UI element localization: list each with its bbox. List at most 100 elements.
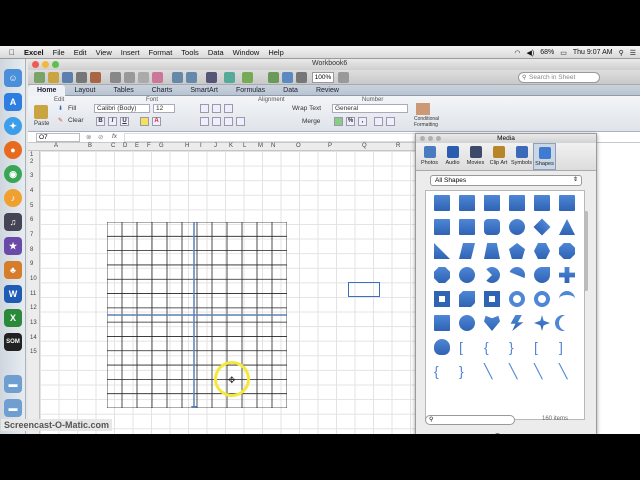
fill-color-icon[interactable] [140,117,149,126]
garageband-icon[interactable]: ♫ [4,213,22,231]
shape-rect-icon[interactable] [484,195,500,211]
tab-layout[interactable]: Layout [65,87,104,94]
shape-cube-icon[interactable] [459,291,475,307]
shape-rect-icon[interactable] [459,219,475,235]
italic-button[interactable]: I [108,117,117,126]
col-header-m[interactable]: M [258,143,263,149]
media-tab-movies[interactable]: Movies [464,143,487,170]
align-center-icon[interactable] [212,117,221,126]
col-header-p[interactable]: P [328,143,332,149]
tab-tables[interactable]: Tables [104,87,142,94]
shape-circle-icon[interactable] [459,267,475,283]
shape-brace2-icon[interactable]: } [509,339,525,355]
comma-icon[interactable]: , [358,117,367,126]
shape-arc-icon[interactable] [559,291,575,307]
shape-teardrop-icon[interactable] [534,267,550,283]
shape-rect-icon[interactable] [434,219,450,235]
import-icon[interactable] [90,72,101,83]
tab-smartart[interactable]: SmartArt [181,87,227,94]
search-sheet-input[interactable]: ⚲ Search in Sheet [518,72,600,83]
shape-bracketL-icon[interactable]: [ [459,339,475,355]
menu-format[interactable]: Format [149,48,173,57]
row-header-10[interactable]: 10 [30,276,37,282]
row-header-2[interactable]: 2 [30,159,33,165]
wifi-icon[interactable]: ◠ [514,49,520,57]
col-header-c[interactable]: C [111,143,115,149]
align-left-icon[interactable] [200,117,209,126]
shape-smile-icon[interactable] [459,315,475,331]
apple-menu-icon[interactable]:  [6,48,18,57]
col-header-e[interactable]: E [135,143,139,149]
finder-icon[interactable]: ☺ [4,69,22,87]
row-header-15[interactable]: 15 [30,349,37,355]
shapes-scrollbar[interactable] [584,211,588,291]
media-tab-symbols[interactable]: Symbols [510,143,533,170]
redo-icon[interactable] [186,72,197,83]
row-header-3[interactable]: 3 [30,173,33,179]
minimize-icon[interactable] [42,61,49,68]
screencast-icon[interactable]: SOM [4,333,22,351]
shape-rect-icon[interactable] [459,195,475,211]
col-header-i[interactable]: I [200,143,202,149]
gallery-icon[interactable] [268,72,279,83]
clear-button[interactable]: Clear [68,117,84,124]
shape-triangle-icon[interactable] [559,219,575,235]
media-tab-clip-art[interactable]: Clip Art [487,143,510,170]
shape-rect-icon[interactable] [509,195,525,211]
col-header-q[interactable]: Q [362,143,367,149]
shape-chord-icon[interactable] [509,267,525,279]
col-header-a[interactable]: A [54,143,58,149]
percent-icon[interactable]: % [346,117,355,126]
save-icon[interactable] [62,72,73,83]
print-icon[interactable] [76,72,87,83]
shape-heart-icon[interactable] [484,315,500,331]
currency-icon[interactable] [334,117,343,126]
bold-button[interactable]: B [96,117,105,126]
col-header-n[interactable]: N [271,143,275,149]
col-header-f[interactable]: F [147,143,151,149]
chrome-icon[interactable]: ◉ [4,165,22,183]
maximize-icon[interactable] [52,61,59,68]
shape-brace-icon[interactable]: { [484,339,500,355]
font-color-icon[interactable]: A [152,117,161,126]
shape-sun-icon[interactable] [534,315,550,331]
shape-oct-icon[interactable] [559,243,575,259]
row-header-4[interactable]: 4 [30,188,33,194]
coordinate-plane[interactable] [107,222,287,408]
col-header-d[interactable]: D [123,143,127,149]
undo-icon[interactable] [172,72,183,83]
battery-level[interactable]: 68% [540,49,554,56]
tab-review[interactable]: Review [307,87,348,94]
selected-cell[interactable] [348,282,380,297]
paste-icon[interactable] [138,72,149,83]
shape-cloud-icon[interactable] [434,339,450,355]
fill-button[interactable]: Fill [68,105,76,112]
name-box[interactable]: O7 [36,133,80,142]
close-icon[interactable] [32,61,39,68]
shape-rect-icon[interactable] [534,195,550,211]
paste-button[interactable] [34,105,48,119]
row-header-7[interactable]: 7 [30,232,33,238]
increase-decimal-icon[interactable] [374,117,383,126]
shape-brace-icon[interactable]: { [434,363,450,379]
media-tab-photos[interactable]: Photos [418,143,441,170]
shape-plus-icon[interactable] [559,267,575,283]
merge-button[interactable]: Merge [302,118,320,125]
media-tab-shapes[interactable]: Shapes [533,143,556,170]
row-header-1[interactable]: 1 [30,152,33,158]
menu-data[interactable]: Data [208,48,224,57]
conditional-formatting-icon[interactable] [416,103,430,115]
underline-button[interactable]: U [120,117,129,126]
row-header-14[interactable]: 14 [30,335,37,341]
open-icon[interactable] [48,72,59,83]
menu-help[interactable]: Help [268,48,283,57]
worksheet[interactable]: A B C D E F G H I J K L M N O P Q R 1 2 … [28,143,443,434]
row-header-6[interactable]: 6 [30,217,33,223]
shape-bevel-icon[interactable] [484,291,500,307]
shape-pent-icon[interactable] [509,243,525,259]
cut-icon[interactable] [110,72,121,83]
shape-search-input[interactable]: ⚲ [425,415,515,425]
shape-bracket-icon[interactable]: [ [534,339,550,355]
justify-icon[interactable] [236,117,245,126]
align-right-icon[interactable] [224,117,233,126]
